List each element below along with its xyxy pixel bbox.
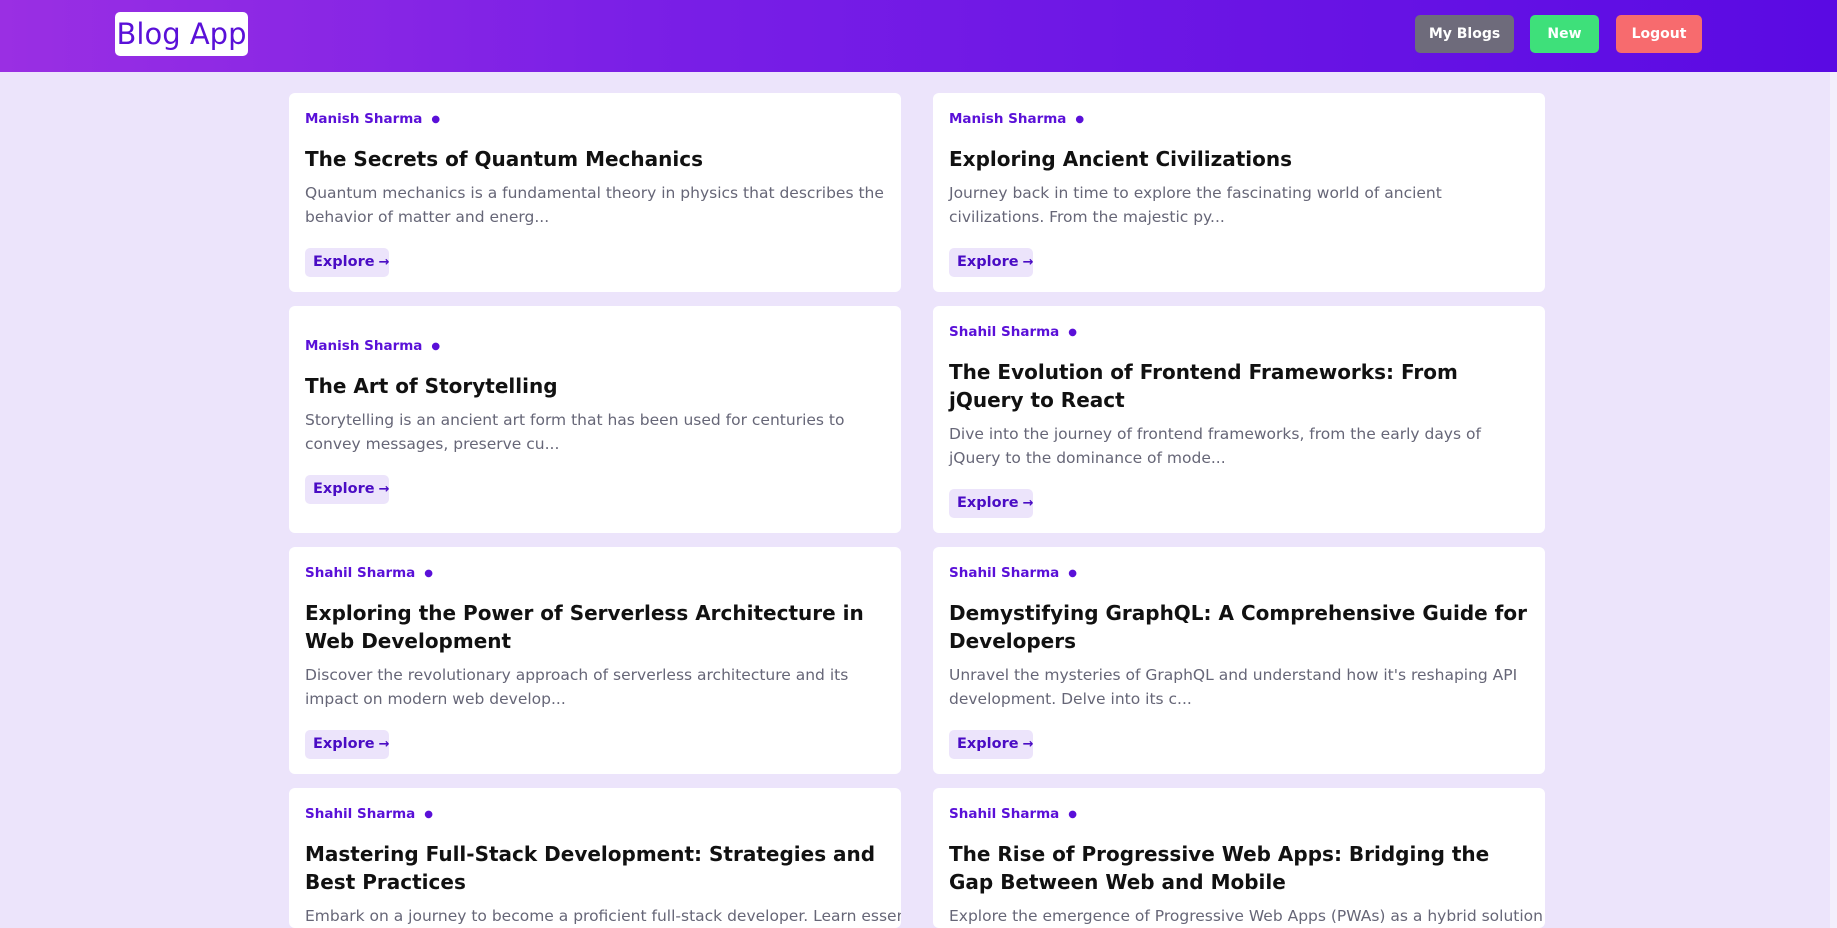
post-excerpt: Quantum mechanics is a fundamental theor… <box>305 184 884 226</box>
explore-button[interactable]: Explore → <box>305 730 389 759</box>
post-author[interactable]: Manish Sharma ● <box>949 111 1084 127</box>
author-name[interactable]: Shahil Sharma <box>949 324 1059 340</box>
explore-button[interactable]: Explore → <box>305 248 389 277</box>
author-name[interactable]: Shahil Sharma <box>305 565 415 581</box>
explore-label: Explore <box>313 736 375 752</box>
explore-label: Explore <box>957 736 1019 752</box>
post-author[interactable]: Manish Sharma ● <box>305 338 440 354</box>
blog-card: Shahil Sharma ● Mastering Full-Stack Deve… <box>289 788 901 928</box>
post-excerpt: Explore the emergence of Progressive Web… <box>949 907 1545 925</box>
separator-dot: ● <box>1068 568 1078 579</box>
post-author[interactable]: Shahil Sharma ● <box>949 324 1077 340</box>
arrow-right-icon: → <box>378 482 390 497</box>
post-title: The Art of Storytelling <box>305 374 558 398</box>
separator-dot: ● <box>431 341 441 352</box>
post-title: Exploring the Power of Serverless Archit… <box>305 601 864 653</box>
blog-card: Shahil Sharma ● The Rise of Progressive W… <box>933 788 1545 928</box>
author-name[interactable]: Shahil Sharma <box>949 565 1059 581</box>
arrow-right-icon: → <box>378 255 390 270</box>
post-title: The Secrets of Quantum Mechanics <box>305 147 703 171</box>
separator-dot: ● <box>431 114 441 125</box>
author-name[interactable]: Manish Sharma <box>305 338 422 354</box>
post-excerpt: Storytelling is an ancient art form that… <box>305 411 845 453</box>
explore-label: Explore <box>313 481 375 497</box>
new-post-button[interactable]: New <box>1530 15 1599 53</box>
explore-label: Explore <box>313 254 375 270</box>
post-author[interactable]: Manish Sharma ● <box>305 111 440 127</box>
post-excerpt: Unravel the mysteries of GraphQL and und… <box>949 666 1518 708</box>
my-blogs-button[interactable]: My Blogs <box>1415 15 1514 53</box>
arrow-right-icon: → <box>1022 255 1034 270</box>
post-excerpt: Discover the revolutionary approach of s… <box>305 666 849 708</box>
separator-dot: ● <box>1068 327 1078 338</box>
post-title: Exploring Ancient Civilizations <box>949 147 1293 171</box>
post-author[interactable]: Shahil Sharma ● <box>305 806 433 822</box>
blog-card: Manish Sharma ● The Secrets of Quantum Me… <box>289 93 901 292</box>
arrow-right-icon: → <box>378 737 390 752</box>
explore-button[interactable]: Explore → <box>949 730 1033 759</box>
explore-button[interactable]: Explore → <box>305 475 389 504</box>
blog-card: Shahil Sharma ● Demystifying GraphQL: A C… <box>933 547 1545 774</box>
explore-label: Explore <box>957 495 1019 511</box>
separator-dot: ● <box>1075 114 1085 125</box>
author-name[interactable]: Manish Sharma <box>949 111 1066 127</box>
post-excerpt: Journey back in time to explore the fasc… <box>949 184 1442 226</box>
scrollbar[interactable] <box>1830 72 1837 928</box>
post-excerpt: Embark on a journey to become a proficie… <box>305 907 901 925</box>
explore-button[interactable]: Explore → <box>949 248 1033 277</box>
post-excerpt: Dive into the journey of frontend framew… <box>949 425 1481 467</box>
blog-card: Manish Sharma ● Exploring Ancient Civiliz… <box>933 93 1545 292</box>
explore-label: Explore <box>957 254 1019 270</box>
blog-card: Shahil Sharma ● The Evolution of Frontend… <box>933 306 1545 533</box>
post-author[interactable]: Shahil Sharma ● <box>949 565 1077 581</box>
post-title: Demystifying GraphQL: A Comprehensive Gu… <box>949 601 1527 653</box>
brand-logo[interactable]: Blog App <box>115 12 248 56</box>
separator-dot: ● <box>424 809 434 820</box>
author-name[interactable]: Shahil Sharma <box>949 806 1059 822</box>
blog-card: Shahil Sharma ● Exploring the Power of Se… <box>289 547 901 774</box>
post-title: Mastering Full-Stack Development: Strate… <box>305 842 876 894</box>
blog-card: Manish Sharma ● The Art of Storytelling S… <box>289 306 901 533</box>
post-title: The Rise of Progressive Web Apps: Bridgi… <box>949 842 1490 894</box>
author-name[interactable]: Manish Sharma <box>305 111 422 127</box>
separator-dot: ● <box>1068 809 1078 820</box>
explore-button[interactable]: Explore → <box>949 489 1033 518</box>
post-title: The Evolution of Frontend Frameworks: Fr… <box>949 360 1458 412</box>
separator-dot: ● <box>424 568 434 579</box>
navbar: Blog App My Blogs New Logout <box>0 0 1837 72</box>
logout-button[interactable]: Logout <box>1616 15 1702 53</box>
arrow-right-icon: → <box>1022 737 1034 752</box>
author-name[interactable]: Shahil Sharma <box>305 806 415 822</box>
arrow-right-icon: → <box>1022 496 1034 511</box>
post-author[interactable]: Shahil Sharma ● <box>305 565 433 581</box>
post-author[interactable]: Shahil Sharma ● <box>949 806 1077 822</box>
